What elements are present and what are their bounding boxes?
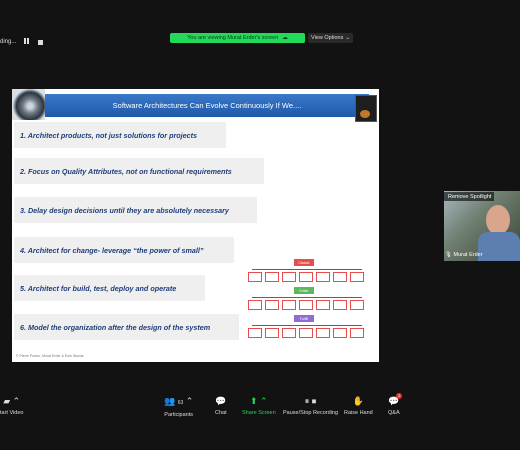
participant-name-label: Murat Erder — [453, 252, 483, 258]
book-cover-image — [355, 95, 377, 122]
participant-shirt — [478, 232, 520, 261]
org-chart-1: Classic — [244, 259, 368, 289]
slide-copyright: © Pierre Pureur, Murat Erder & Eoin Wood… — [16, 354, 84, 358]
view-options-button[interactable]: View Options ⌄ — [308, 33, 353, 43]
recording-label: ding... — [0, 39, 17, 45]
slide-point-2: 2. Focus on Quality Attributes, not on f… — [14, 158, 264, 184]
org-chart-root: Emler — [294, 287, 314, 294]
hand-icon: ✋ — [352, 396, 364, 406]
qa-icon: 💬 2 — [388, 393, 403, 406]
stop-recording-icon[interactable] — [38, 39, 44, 45]
slide-point-6: 6. Model the organization after the desi… — [14, 314, 239, 340]
shared-slide: Software Architectures Can Evolve Contin… — [12, 89, 379, 362]
start-video-label: tart Video — [0, 410, 24, 416]
recording-indicator: ding... — [0, 36, 44, 48]
slide-point-3: 3. Delay design decisions until they are… — [14, 197, 257, 223]
raise-hand-label: Raise Hand — [344, 410, 373, 416]
pause-stop-icon: ⏸ ⏹ — [304, 396, 317, 406]
viewing-banner-text: You are viewing Murat Erder's screen — [187, 35, 279, 41]
qa-button[interactable]: 💬 2 Q&A — [388, 393, 403, 416]
participant-name: 🎙 Murat Erder — [445, 252, 483, 258]
slide-point-5: 5. Architect for build, test, deploy and… — [14, 275, 205, 301]
qa-label: Q&A — [388, 410, 400, 416]
org-chart-root: Classic — [294, 259, 314, 266]
share-screen-label: Share Screen — [242, 410, 276, 416]
participants-button[interactable]: 👥 63 ⌃ Participants — [164, 396, 193, 418]
org-chart-3: Fulfill — [244, 315, 368, 345]
raise-hand-button[interactable]: ✋ Raise Hand — [344, 396, 373, 416]
share-screen-icon: ⬆ ⌃ — [250, 396, 268, 406]
qa-badge: 2 — [396, 393, 403, 399]
slide-point-4: 4. Architect for change- leverage “the p… — [14, 237, 234, 263]
share-screen-button[interactable]: ⬆ ⌃ Share Screen — [242, 396, 276, 416]
participants-icon: 👥 63 ⌃ — [164, 396, 194, 406]
pause-recording-icon[interactable] — [24, 38, 30, 46]
cloud-icon: ☁ — [282, 35, 288, 41]
viewing-banner: You are viewing Murat Erder's screen ☁ — [170, 33, 305, 43]
pause-stop-recording-label: Pause/Stop Recording — [283, 410, 339, 416]
view-options-label: View Options — [311, 35, 344, 41]
nautilus-logo — [12, 89, 45, 120]
chat-icon: 💬 — [215, 396, 227, 406]
participant-count: 63 — [177, 400, 184, 406]
start-video-button[interactable]: ▰ ⌃ tart Video — [0, 396, 23, 416]
participants-label: Participants — [164, 412, 194, 418]
org-chart-root: Fulfill — [294, 315, 314, 322]
muted-mic-icon: 🎙 — [445, 252, 452, 258]
video-off-icon: ▰ ⌃ — [3, 396, 21, 406]
slide-title: Software Architectures Can Evolve Contin… — [45, 94, 369, 117]
org-chart-2: Emler — [244, 287, 368, 317]
slide-point-1: 1. Architect products, not just solution… — [14, 122, 226, 148]
chevron-down-icon: ⌄ — [345, 35, 350, 41]
chat-label: Chat — [215, 410, 227, 416]
participant-face — [486, 205, 510, 235]
remove-spotlight-button[interactable]: Remove Spotlight — [444, 192, 494, 201]
chat-button[interactable]: 💬 Chat — [215, 396, 227, 416]
pause-stop-recording-button[interactable]: ⏸ ⏹ Pause/Stop Recording — [283, 396, 338, 416]
